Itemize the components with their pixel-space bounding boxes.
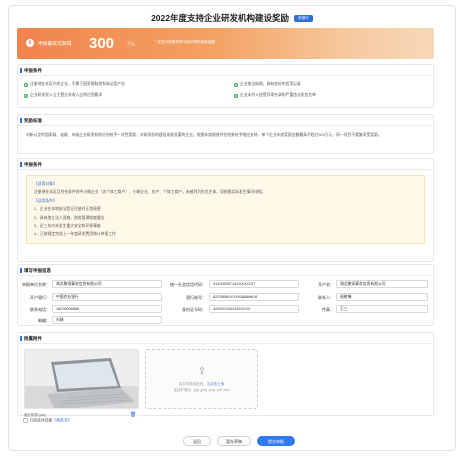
condition-item: ✓ 企业未列入经营异常名录和严重违法失信名单 <box>234 93 316 98</box>
uploaded-image-thumbnail[interactable] <box>24 349 139 409</box>
section-header: 申报条件 <box>18 65 433 76</box>
phone-input[interactable]: 18200008888 <box>52 305 162 313</box>
apply-line: 注册地在本区且符合条件的中小微企业（含个体工商户）、小微企业、农户、个体工商户，… <box>34 190 266 195</box>
section-title: 附属附件 <box>24 336 42 341</box>
banner-unit: 万元 <box>127 41 135 46</box>
apply-item: 1、企业在本地依法登记注册并正常经营 <box>34 207 101 212</box>
upload-format-tip: 支持扩展名: .jpg .jpeg .png .pdf .doc <box>173 388 230 392</box>
section-header: 申报条件 <box>18 159 433 170</box>
upload-dropzone[interactable]: ⇪ 将文件拖到此处，或点击上传 支持扩展名: .jpg .jpeg .png .… <box>145 349 258 409</box>
section-header: 填写申报信息 <box>18 265 433 276</box>
agreement-row: 已阅读并同意《承诺书》 <box>23 418 71 424</box>
condition-item: ✓ 注册地在本区内的企业，不属于国家限制类和淘汰类产业 <box>24 82 125 87</box>
banner-amount: 300 <box>89 35 115 52</box>
section-title: 填写申报信息 <box>24 268 51 273</box>
apply-item: 4、已按规定完成上一年度研发费用统计申报工作 <box>34 232 116 237</box>
upload-link[interactable]: 点击上传 <box>210 382 224 386</box>
banner-label: 申报最高可获得 <box>38 42 72 47</box>
apply-item: 3、近三年内未发生重大安全和环保事故 <box>34 224 101 229</box>
field-label: 联系人： <box>318 295 334 300</box>
form-section: 填写申报信息 申报单位名称： 湖北聚贤事务信息有限公司 统一社会信用代码： 91… <box>17 264 434 326</box>
agreement-text: 已阅读并同意 <box>29 418 53 423</box>
section-title: 申报条件 <box>24 68 42 73</box>
section-title: 奖励标准 <box>24 118 42 123</box>
check-icon: ✓ <box>24 82 28 87</box>
banner-note: * 仅表示按照政策可能获得的最高金额 <box>155 40 215 44</box>
status-badge: 申报中 <box>294 15 313 22</box>
delete-icon[interactable]: 🗑 <box>130 412 136 418</box>
application-page: 2022年度支持企业研发机构建设奖励 申报中 ¥ 申报最高可获得 300 万元 … <box>8 5 456 451</box>
condition-item: ✓ 企业依法纳税，具有良好的信用记录 <box>234 82 301 87</box>
account-name-input[interactable]: 湖北聚贤事务信息有限公司 <box>336 280 428 288</box>
title-row: 2022年度支持企业研发机构建设奖励 申报中 <box>9 12 455 24</box>
section-header: 奖励标准 <box>18 115 433 126</box>
id-number-input[interactable]: 4205022004102XXXX <box>209 305 299 313</box>
attachment-section: 附属附件 ⇪ 将文件拖到此处，或点击上传 支持扩展名: .jpg .jpeg .… <box>17 332 434 418</box>
field-label: 申报单位名称： <box>22 282 50 287</box>
save-draft-button[interactable]: 暂存草稿 <box>217 436 251 446</box>
laptop-photo-icon <box>25 350 138 408</box>
apply-tag: 【适用条件】 <box>34 198 57 203</box>
field-label: 统一社会信用代码： <box>170 282 206 287</box>
field-label: 传真： <box>322 307 334 312</box>
back-button[interactable]: 返回 <box>183 436 211 446</box>
agreement-link[interactable]: 《承诺书》 <box>52 419 71 423</box>
fax-input[interactable]: 王三 <box>336 305 428 313</box>
apply-tag: 【适用对象】 <box>34 182 57 186</box>
reward-banner: ¥ 申报最高可获得 300 万元 * 仅表示按照政策可能获得的最高金额 <box>17 28 434 59</box>
field-label: 邮编： <box>38 318 50 323</box>
company-name-input[interactable]: 湖北聚贤事务信息有限公司 <box>52 280 162 288</box>
rewards-text: 对新认定的国家级、省级、市级企业研发机构分别给予一次性奖励；对研发机构建设成效显… <box>26 133 382 137</box>
page-title: 2022年度支持企业研发机构建设奖励 <box>151 13 289 23</box>
conditions-section: 申报条件 ✓ 注册地在本区内的企业，不属于国家限制类和淘汰类产业 ✓ 企业依法纳税，… <box>17 64 434 108</box>
field-label: 开户银行： <box>30 295 50 300</box>
field-label: 银行账号： <box>186 295 206 300</box>
section-title: 申报条件 <box>24 162 42 167</box>
upload-tip: 将文件拖到此处，或 <box>178 382 211 386</box>
apply-item: 2、具有独立法人资格，财务管理制度健全 <box>34 215 105 220</box>
bank-select[interactable]: 中国农业银行 <box>52 293 162 301</box>
section-header: 附属附件 <box>18 333 433 344</box>
contact-input[interactable]: 周晓锋 <box>336 293 428 301</box>
field-label: 身份证号码： <box>182 307 206 312</box>
check-icon: ✓ <box>234 82 238 87</box>
check-icon: ✓ <box>234 93 238 98</box>
condition-item: ✓ 企业研发投入占主营业务收入比例达到要求 <box>24 93 103 98</box>
field-label: 联系电话： <box>30 307 50 312</box>
upload-icon: ⇪ <box>197 366 207 377</box>
postcode-input[interactable]: 市辖 <box>52 316 162 324</box>
check-icon: ✓ <box>24 93 28 98</box>
credit-code-input[interactable]: 91420506714XXXXX237 <box>209 280 299 288</box>
rewards-section: 奖励标准 对新认定的国家级、省级、市级企业研发机构分别给予一次性奖励；对研发机构… <box>17 114 434 154</box>
agreement-checkbox[interactable] <box>23 418 28 423</box>
field-label: 开户名： <box>318 282 334 287</box>
money-icon: ¥ <box>26 39 34 47</box>
submit-button[interactable]: 提交申报 <box>257 436 295 446</box>
apply-section: 申报条件 【适用对象】 注册地在本区且符合条件的中小微企业（含个体工商户）、小微… <box>17 158 434 262</box>
bank-account-input[interactable]: 6223858XXXXX68889616 <box>209 293 299 301</box>
apply-conditions-box: 【适用对象】 注册地在本区且符合条件的中小微企业（含个体工商户）、小微企业、农户… <box>26 175 425 244</box>
